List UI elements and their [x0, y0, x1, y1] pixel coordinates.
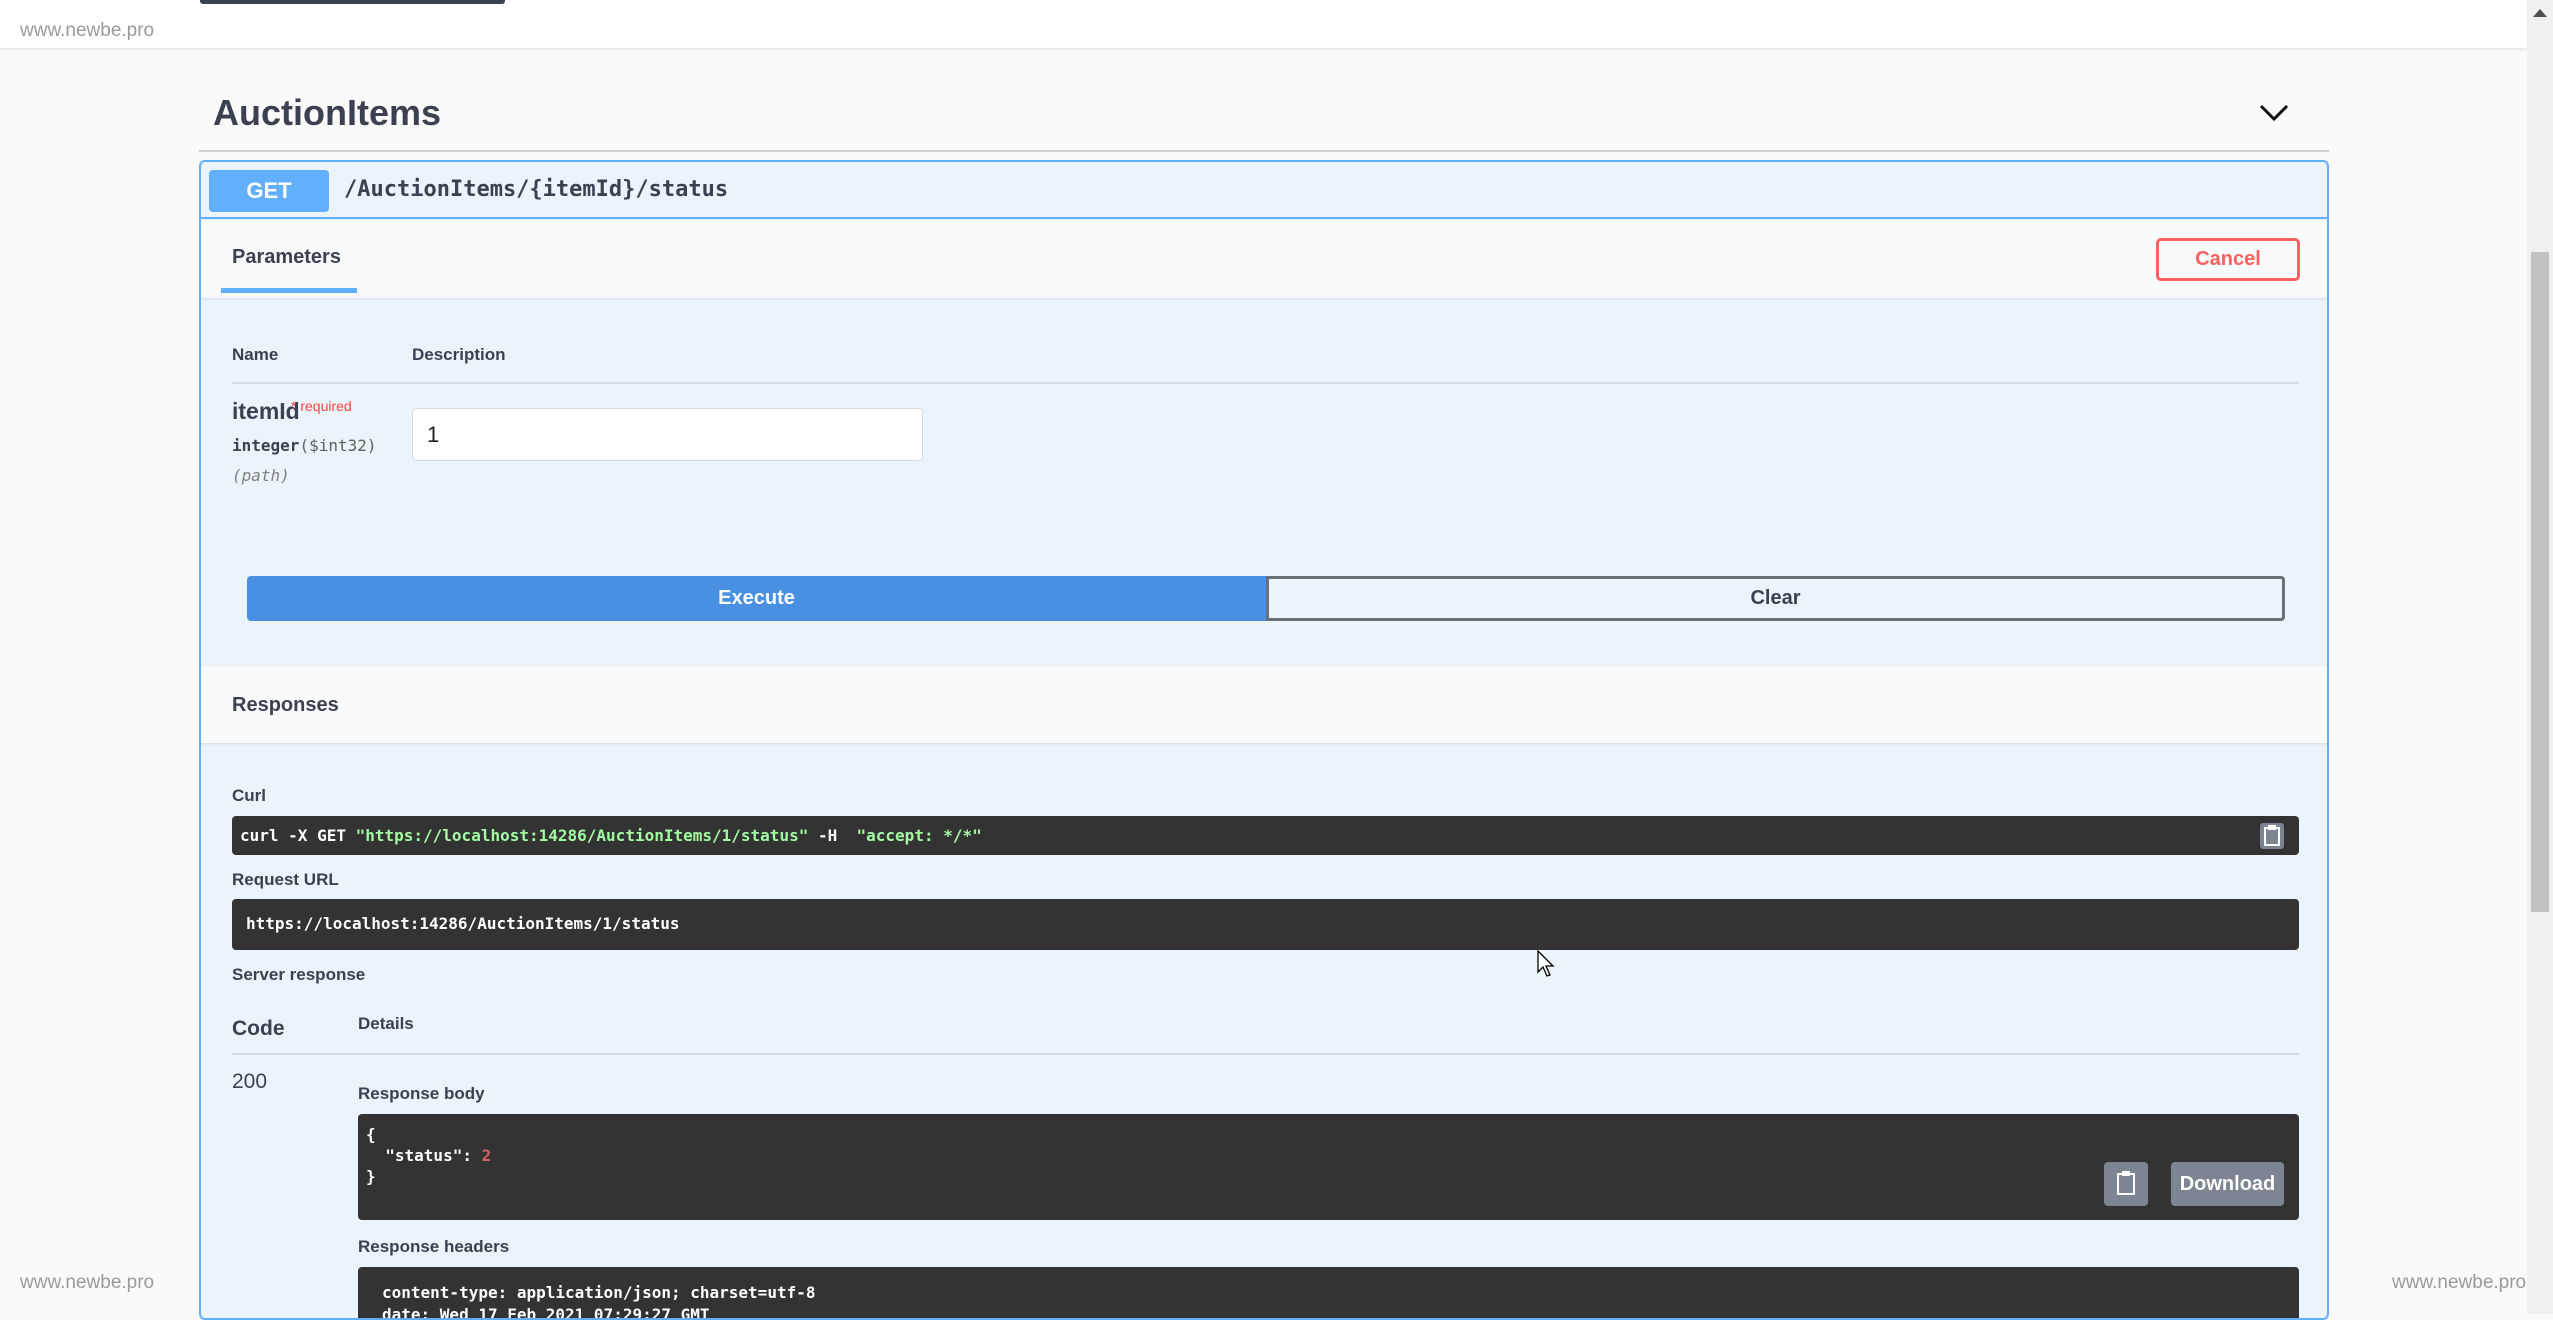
- copy-button[interactable]: [2104, 1162, 2148, 1206]
- request-url-label: Request URL: [232, 870, 339, 889]
- section-title[interactable]: AuctionItems: [213, 92, 441, 134]
- divider: [232, 382, 2299, 384]
- curl-prefix: curl -X GET: [240, 826, 356, 845]
- cancel-button[interactable]: Cancel: [2156, 238, 2300, 281]
- divider: [199, 150, 2329, 152]
- watermark: www.newbe.pro: [2392, 1272, 2527, 1293]
- param-format: ($int32): [299, 436, 377, 455]
- clipboard-icon: [2117, 1171, 2135, 1195]
- responses-title: Responses: [232, 694, 339, 716]
- response-headers: content-type: application/json; charset=…: [358, 1267, 2299, 1320]
- chevron-down-icon[interactable]: [2258, 100, 2290, 124]
- required-label: * required: [291, 398, 352, 414]
- watermark: www.newbe.pro: [20, 20, 155, 41]
- scrollbar-thumb[interactable]: [2531, 252, 2549, 912]
- json-line: "status": 2: [366, 1145, 2291, 1166]
- operation-summary[interactable]: GET /AuctionItems/{itemId}/status: [201, 162, 2327, 219]
- curl-command[interactable]: curl -X GET "https://localhost:14286/Auc…: [232, 816, 2299, 855]
- clipboard-icon[interactable]: [2259, 822, 2285, 850]
- server-response-label: Server response: [232, 965, 366, 984]
- response-body: { "status": 2}: [358, 1114, 2299, 1220]
- top-tab-indicator: [200, 0, 505, 4]
- curl-label: Curl: [232, 786, 266, 805]
- response-code: 200: [232, 1070, 268, 1093]
- curl-header: "accept: */*": [856, 826, 982, 845]
- json-key: "status":: [366, 1146, 482, 1165]
- tab-header: Parameters Cancel: [201, 220, 2327, 298]
- response-headers-label: Response headers: [358, 1237, 510, 1256]
- json-brace: }: [366, 1167, 376, 1186]
- json-value: 2: [481, 1146, 492, 1165]
- code-header: Code: [232, 1017, 285, 1040]
- method-badge: GET: [209, 170, 329, 212]
- description-header: Description: [412, 345, 506, 364]
- item-id-input[interactable]: [412, 408, 923, 461]
- name-header: Name: [232, 345, 279, 364]
- request-url: https://localhost:14286/AuctionItems/1/s…: [232, 899, 2299, 950]
- response-body-label: Response body: [358, 1084, 485, 1103]
- clear-button[interactable]: Clear: [1266, 576, 2285, 621]
- param-name: itemId: [232, 398, 300, 424]
- top-bar: [0, 0, 2527, 48]
- operation-path: /AuctionItems/{itemId}/status: [344, 177, 729, 202]
- responses-header: Responses: [201, 666, 2327, 743]
- execute-button[interactable]: Execute: [247, 576, 1266, 621]
- header-line: date: Wed 17 Feb 2021 07:29:27 GMT: [382, 1305, 710, 1320]
- mouse-cursor-icon: [1537, 950, 1555, 977]
- watermark: www.newbe.pro: [20, 1272, 155, 1293]
- tab-underline: [221, 288, 357, 293]
- divider: [232, 1053, 2299, 1055]
- param-location: (path): [232, 466, 290, 485]
- curl-flag: -H: [808, 826, 857, 845]
- operation-block: GET /AuctionItems/{itemId}/status Parame…: [199, 160, 2329, 1320]
- details-header: Details: [358, 1014, 414, 1033]
- tab-parameters[interactable]: Parameters: [232, 246, 341, 269]
- json-brace: {: [366, 1125, 376, 1144]
- curl-url: "https://localhost:14286/AuctionItems/1/…: [355, 826, 809, 845]
- scroll-up-icon[interactable]: [2532, 8, 2548, 18]
- header-line: content-type: application/json; charset=…: [382, 1283, 816, 1302]
- param-type-name: integer: [232, 436, 300, 455]
- download-button[interactable]: Download: [2171, 1162, 2284, 1206]
- param-type: integer($int32): [232, 436, 377, 455]
